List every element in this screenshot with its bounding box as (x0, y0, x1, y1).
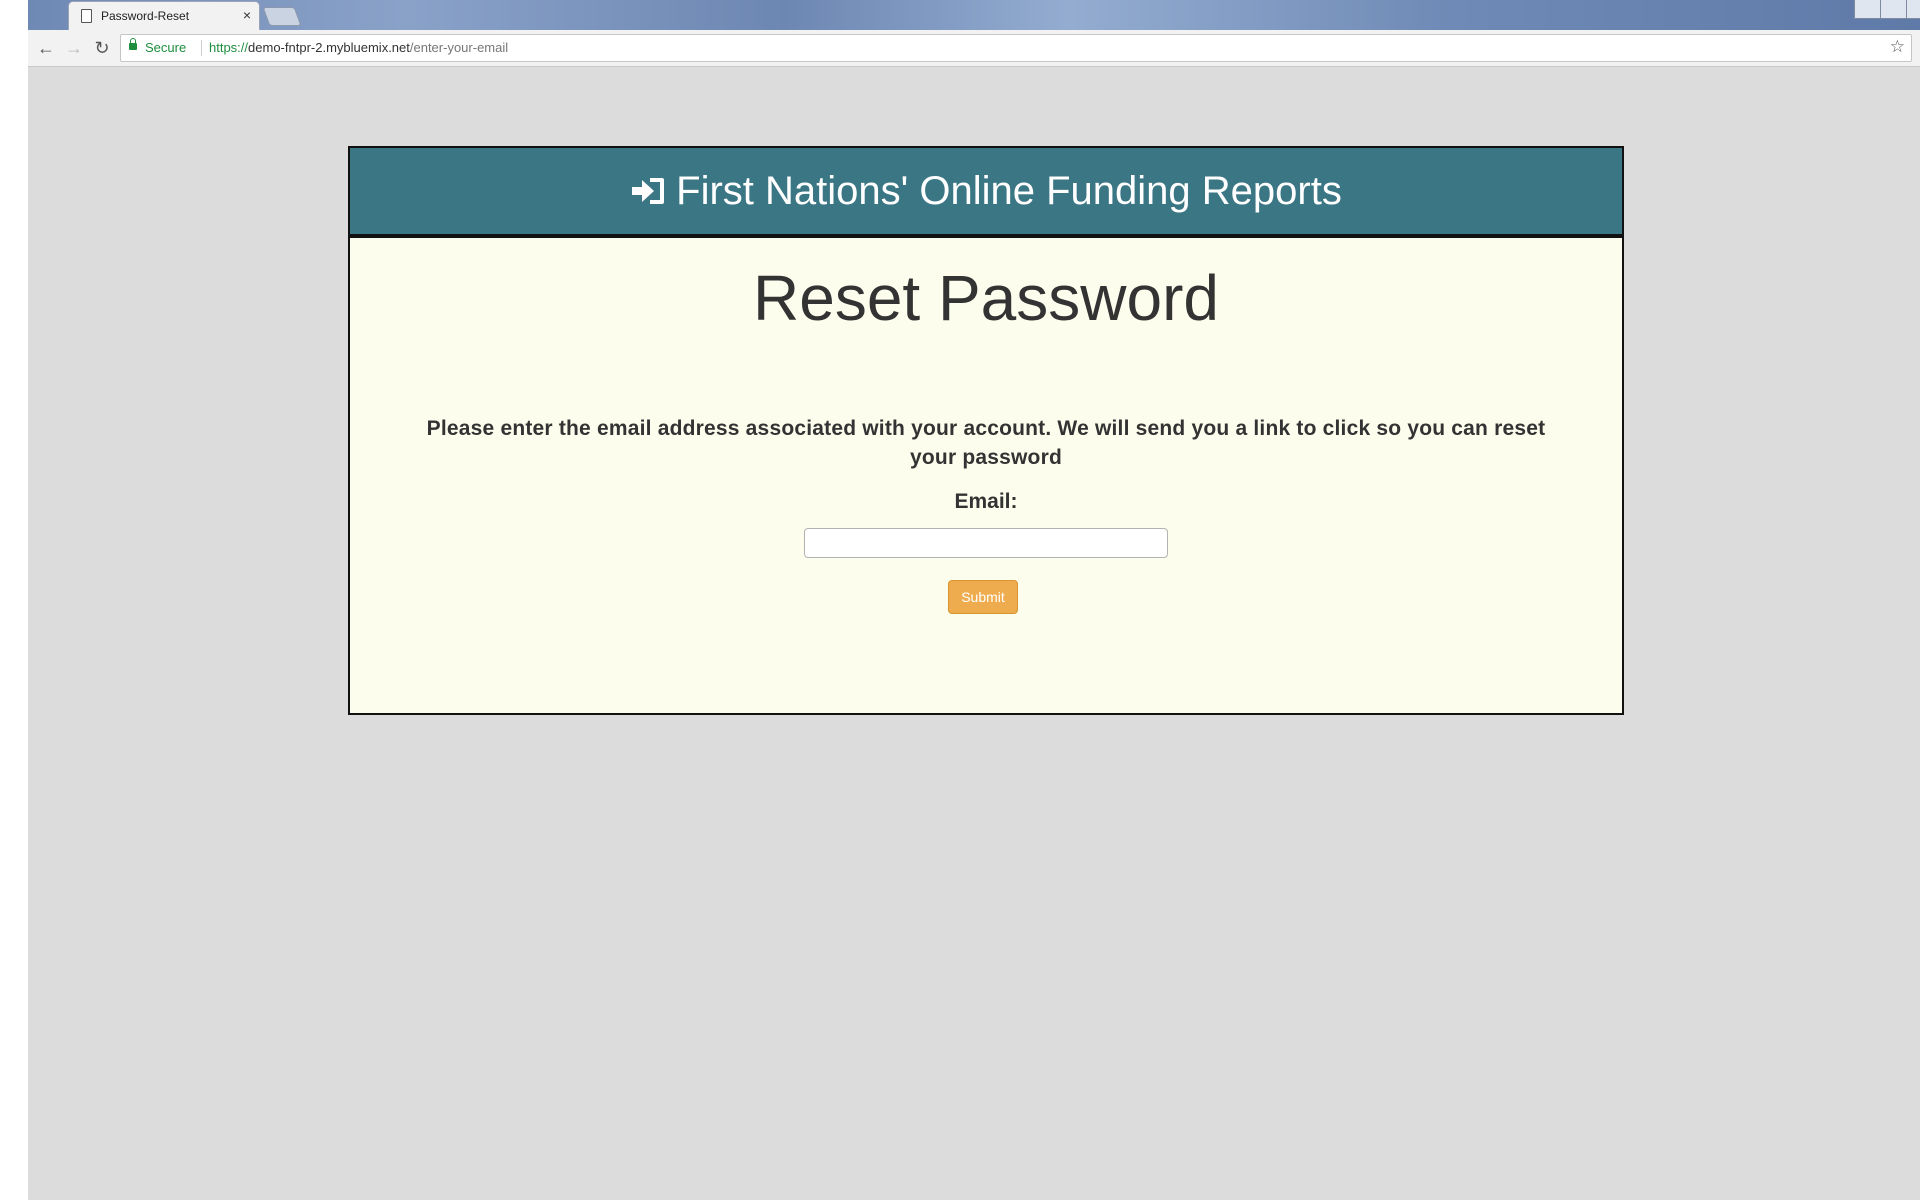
url-scheme: https:// (209, 40, 249, 55)
tab-title: Password-Reset (101, 9, 190, 23)
browser-title-bar: Password-Reset × (28, 0, 1920, 31)
browser-toolbar: ← → ↻ Secure https://demo-fntpr-2.myblue… (28, 30, 1920, 67)
submit-button[interactable]: Submit (948, 580, 1018, 614)
url-host: demo-fntpr-2.mybluemix.net (248, 40, 410, 55)
reload-icon[interactable]: ↻ (90, 36, 114, 60)
site-title: First Nations' Online Funding Reports (676, 168, 1342, 213)
email-field[interactable] (804, 528, 1168, 558)
bookmark-star-icon[interactable]: ☆ (1890, 37, 1905, 57)
url-text[interactable]: https://demo-fntpr-2.mybluemix.net/enter… (209, 40, 508, 55)
site-header: First Nations' Online Funding Reports (350, 148, 1622, 238)
new-tab-button[interactable] (262, 7, 302, 26)
page-icon (81, 9, 92, 23)
sign-in-icon (632, 178, 665, 204)
tab-close-icon[interactable]: × (243, 7, 251, 23)
url-path: /enter-your-email (409, 40, 509, 55)
browser-tab[interactable]: Password-Reset × (68, 1, 260, 31)
page-title: Reset Password (753, 262, 1219, 334)
page-viewport: First Nations' Online Funding Reports Re… (28, 67, 1920, 1200)
reset-card: First Nations' Online Funding Reports Re… (348, 146, 1624, 715)
forward-icon[interactable]: → (62, 36, 86, 60)
profile-button[interactable] (1854, 0, 1882, 19)
instructions-text: Please enter the email address associate… (426, 417, 1546, 469)
lock-icon (129, 38, 137, 50)
security-label: Secure (145, 40, 187, 55)
omnibox-divider (201, 40, 202, 56)
maximize-button[interactable] (1906, 0, 1920, 19)
email-label: Email: (954, 490, 1018, 513)
back-icon[interactable]: ← (34, 36, 58, 60)
desktop-strip (0, 0, 28, 1200)
address-bar[interactable]: Secure https://demo-fntpr-2.mybluemix.ne… (120, 34, 1912, 62)
minimize-button[interactable] (1880, 0, 1908, 19)
